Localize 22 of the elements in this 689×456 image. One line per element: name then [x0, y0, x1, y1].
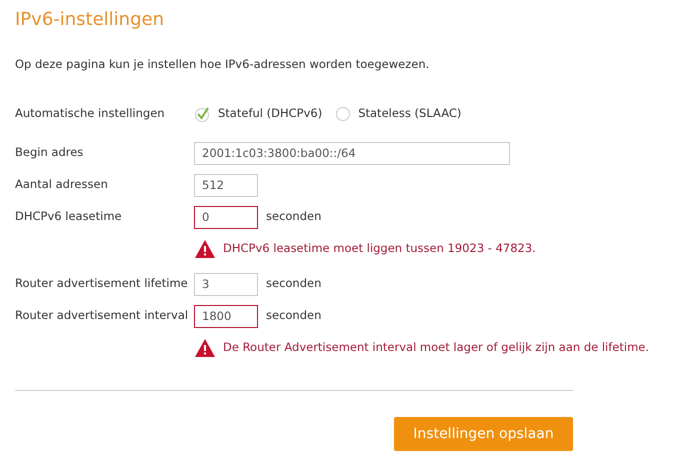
input-field[interactable]: 3	[194, 272, 258, 296]
unit-label: seconden	[266, 208, 322, 226]
error-message: De Router Advertisement interval moet lager of gelijk zijn aan de lifetime.	[223, 339, 650, 356]
input-field[interactable]: 1800	[194, 304, 258, 328]
page-title: IPv6-instellingen	[15, 8, 166, 32]
field-label: Aantal adressen	[15, 176, 109, 194]
warning-icon	[194, 338, 216, 358]
field-label: Automatische instellingen	[15, 105, 166, 122]
field-label: Begin adres	[15, 144, 84, 162]
field-label: DHCPv6 leasetime	[15, 208, 123, 226]
unit-label: seconden	[266, 275, 322, 292]
error-message: DHCPv6 leasetime moet liggen tussen 19023 - 47823.	[223, 240, 536, 258]
warning-icon	[194, 239, 216, 259]
input-field[interactable]: 0	[194, 206, 258, 228]
input-field[interactable]: 512	[194, 174, 258, 196]
radio-option[interactable]: Stateless (SLAAC)	[336, 105, 462, 123]
field-label: Router advertisement lifetime	[15, 275, 189, 292]
field-label: Router advertisement interval	[15, 307, 190, 324]
radio-option[interactable]: Stateful (DHCPv6)	[194, 105, 322, 123]
input-field[interactable]: 2001:1c03:3800:ba00::/64	[194, 142, 510, 164]
intro-text: Op deze pagina kun je instellen hoe IPv6-adressen worden toegewezen.	[15, 56, 430, 72]
unit-label: seconden	[266, 307, 322, 324]
